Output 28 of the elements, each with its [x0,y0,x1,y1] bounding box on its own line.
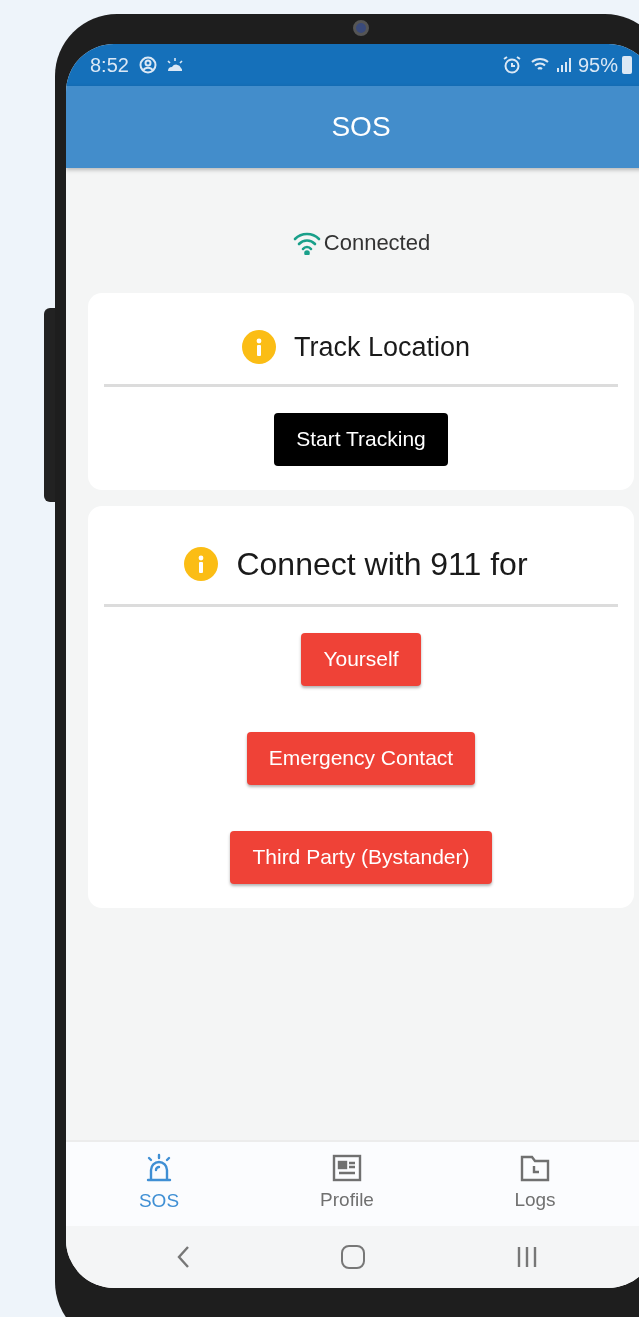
status-time: 8:52 [90,53,129,78]
recent-apps-icon[interactable] [516,1245,538,1269]
weather-icon [164,57,185,73]
info-icon [241,330,276,365]
battery-icon [622,56,632,74]
siren-icon [145,1152,173,1183]
info-icon [184,546,219,581]
camera-icon [353,20,369,36]
action-button[interactable]: Third Party (Bystander) [230,830,492,884]
connection-status: Connected [323,229,431,257]
card-title: Connect with 911 for [236,544,528,584]
battery-percentage: 95% [577,53,618,78]
account-icon [138,56,157,74]
back-icon[interactable] [176,1245,190,1269]
folder-clock-icon [520,1153,550,1182]
home-icon[interactable] [341,1245,365,1269]
action-button[interactable]: Start Tracking [274,412,448,466]
signal-icon [555,57,572,73]
id-card-icon [332,1153,362,1182]
tab-item[interactable]: SOS [104,1152,214,1216]
header-title: SOS [331,110,391,144]
tab-item[interactable]: Logs [480,1153,590,1215]
action-button[interactable]: Yourself [301,632,421,686]
action-button[interactable]: Emergency Contact [246,731,476,785]
alarm-icon [501,55,522,75]
tab-item[interactable]: Profile [292,1153,402,1215]
card-title: Track Location [293,331,471,364]
wifi-icon [291,230,322,255]
